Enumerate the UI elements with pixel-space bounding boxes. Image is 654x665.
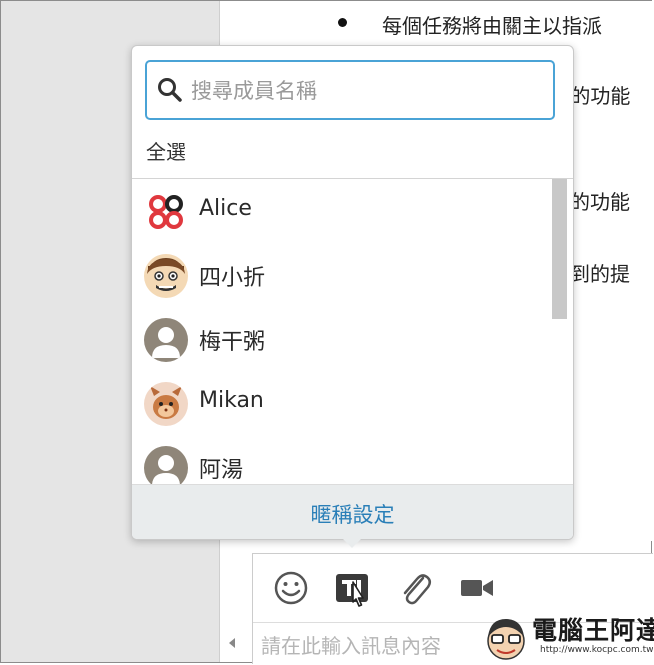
scroll-left-arrow-icon[interactable] <box>229 638 235 648</box>
member-name: 阿湯 <box>199 458 244 483</box>
member-list: Alice 四小折 梅干粥 Mikan 阿湯 <box>132 179 573 484</box>
member-name: Mikan <box>199 388 264 413</box>
document-line-1: 每個任務將由關主以指派 <box>382 14 602 38</box>
cartoon-character-avatar <box>144 382 188 426</box>
member-item-atang[interactable]: 阿湯 <box>132 435 552 484</box>
flower-logo-avatar <box>144 190 188 234</box>
cartoon-face-avatar <box>144 254 188 298</box>
member-item-sixiaozhe[interactable]: 四小折 <box>132 243 552 307</box>
document-line-4: 到的提 <box>570 262 630 286</box>
member-name: 四小折 <box>199 266 266 291</box>
mascot-logo-icon <box>487 619 525 660</box>
nickname-settings-link[interactable]: 暱稱設定 <box>132 499 573 529</box>
default-user-avatar <box>144 446 188 484</box>
attachment-icon[interactable] <box>395 568 435 608</box>
member-item-mikan[interactable]: Mikan <box>132 371 552 435</box>
watermark-url: http://www.kocpc.com.tw <box>540 645 654 655</box>
default-user-avatar <box>144 318 188 362</box>
member-name: Alice <box>199 196 252 221</box>
popup-footer: 暱稱設定 <box>132 484 573 539</box>
search-icon <box>158 78 182 102</box>
member-list-scrollbar-thumb[interactable] <box>552 179 567 319</box>
document-line-3: 的功能 <box>570 190 630 214</box>
select-all-link[interactable]: 全選 <box>146 136 186 165</box>
mention-icon[interactable] <box>333 568 373 608</box>
popup-pointer-arrow <box>341 537 363 548</box>
bullet-point <box>338 18 347 27</box>
watermark-title: 電腦王阿達 <box>532 616 654 645</box>
mention-member-popup: 全選 Alice <box>131 45 574 540</box>
watermark: 電腦王阿達 http://www.kocpc.com.tw <box>480 611 654 663</box>
emoji-icon[interactable] <box>271 568 311 608</box>
video-icon[interactable] <box>457 568 497 608</box>
member-search-input[interactable] <box>189 70 543 112</box>
member-name: 梅干粥 <box>199 330 266 355</box>
message-input[interactable]: 請在此輸入訊息內容 <box>261 630 441 659</box>
member-item-meiganzhou[interactable]: 梅干粥 <box>132 307 552 371</box>
member-item-alice[interactable]: Alice <box>132 179 552 243</box>
member-search-box[interactable] <box>145 60 555 120</box>
